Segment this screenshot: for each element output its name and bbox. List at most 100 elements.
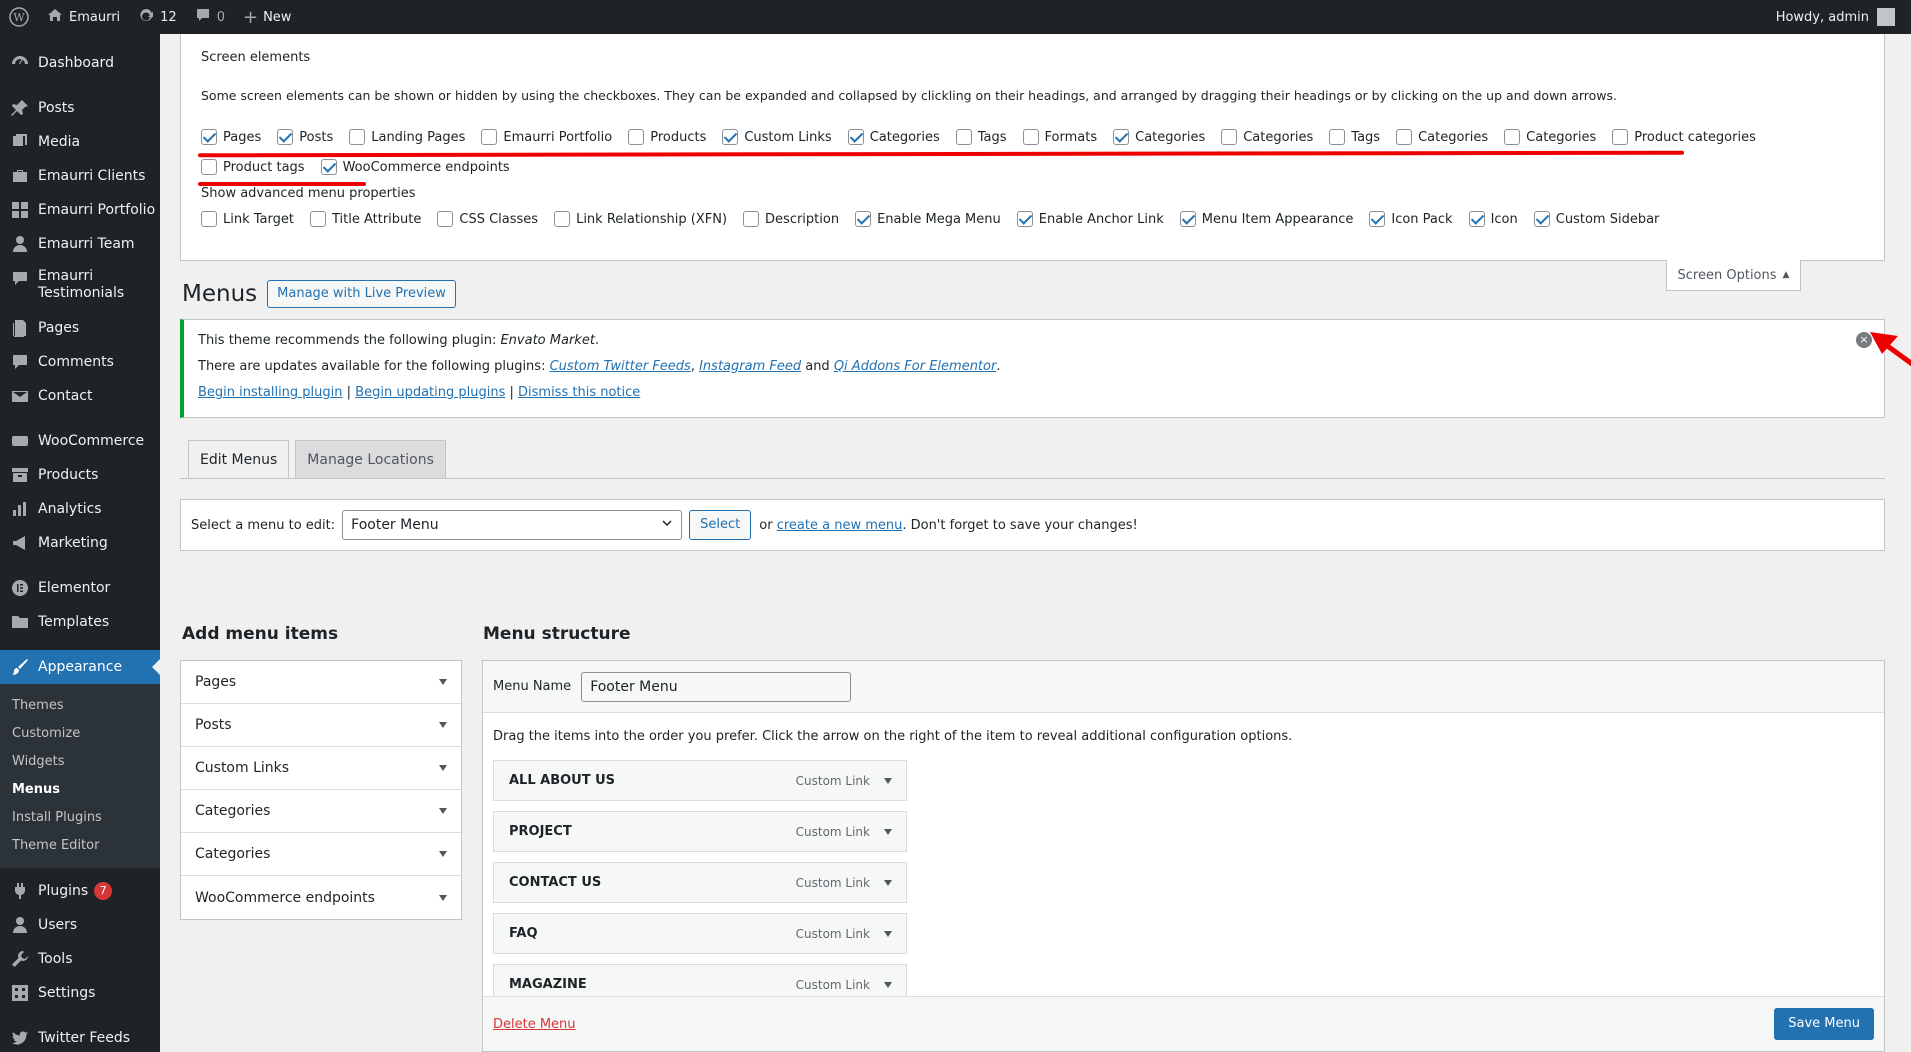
checkbox-box[interactable] — [1468, 211, 1485, 227]
menu-select[interactable]: Footer Menu — [342, 510, 683, 540]
screen-element-checkbox-9[interactable]: Categories — [1113, 122, 1205, 152]
sidebar-item-products[interactable]: Products — [0, 458, 160, 492]
sidebar-item-woocommerce[interactable]: WooCommerce — [0, 424, 160, 458]
adv-checkbox-2[interactable]: CSS Classes — [437, 204, 538, 234]
accordion-section-categories-2[interactable]: Categories — [181, 833, 461, 876]
sidebar-item-users[interactable]: Users — [0, 908, 160, 942]
menu-name-input[interactable]: Footer Menu — [581, 671, 852, 702]
checkbox-box[interactable] — [1113, 129, 1130, 145]
checkbox-box[interactable] — [349, 129, 366, 145]
accordion-section-categories[interactable]: Categories — [181, 790, 461, 833]
screen-element-checkbox-5[interactable]: Custom Links — [722, 122, 832, 152]
caret-down-icon[interactable] — [884, 981, 892, 988]
caret-down-icon[interactable] — [884, 828, 892, 835]
screen-element-checkbox-10[interactable]: Categories — [1221, 122, 1313, 152]
checkbox-box[interactable] — [1221, 129, 1238, 145]
sidebar-item-templates[interactable]: Templates — [0, 605, 160, 639]
accordion-section-pages[interactable]: Pages — [181, 661, 461, 704]
submenu-item-menus[interactable]: Menus — [0, 776, 160, 804]
screen-element-checkbox-14[interactable]: Product categories — [1612, 122, 1756, 152]
menu-item[interactable]: CONTACT US Custom Link — [493, 862, 907, 903]
delete-menu-link[interactable]: Delete Menu — [493, 1017, 576, 1032]
checkbox-box[interactable] — [1016, 211, 1033, 227]
checkbox-box[interactable] — [1369, 211, 1386, 227]
checkbox-box[interactable] — [320, 159, 337, 175]
accordion-section-posts[interactable]: Posts — [181, 704, 461, 747]
dismiss-notice-link[interactable]: Dismiss this notice — [518, 385, 640, 400]
submenu-item-install-plugins[interactable]: Install Plugins — [0, 804, 160, 832]
checkbox-box[interactable] — [1612, 129, 1629, 145]
menu-item[interactable]: PROJECT Custom Link — [493, 811, 907, 852]
menu-item[interactable]: ALL ABOUT US Custom Link — [493, 760, 907, 801]
adv-checkbox-9[interactable]: Icon — [1468, 204, 1518, 234]
screen-element-checkbox-6[interactable]: Categories — [847, 122, 940, 152]
sidebar-item-elementor[interactable]: Elementor — [0, 571, 160, 605]
new-content-link[interactable]: + New — [234, 0, 300, 34]
screen-element-checkbox-3[interactable]: Emaurri Portfolio — [481, 122, 612, 152]
caret-down-icon[interactable] — [884, 930, 892, 937]
caret-down-icon[interactable] — [884, 879, 892, 886]
accordion-section-custom-links[interactable]: Custom Links — [181, 747, 461, 790]
checkbox-box[interactable] — [855, 211, 872, 227]
checkbox-box[interactable] — [1533, 211, 1550, 227]
checkbox-box[interactable] — [743, 211, 760, 227]
tab-manage-locations[interactable]: Manage Locations — [295, 440, 446, 478]
screen-element-checkbox-8[interactable]: Formats — [1022, 122, 1097, 152]
checkbox-box[interactable] — [1329, 129, 1346, 145]
plugin-link-custom-twitter-feeds[interactable]: Custom Twitter Feeds — [550, 359, 691, 374]
checkbox-box[interactable] — [722, 129, 739, 145]
updates-link[interactable]: 12 — [129, 0, 186, 34]
submenu-item-theme-editor[interactable]: Theme Editor — [0, 832, 160, 860]
screen-element-checkbox-7[interactable]: Tags — [955, 122, 1007, 152]
screen-element-checkbox-0[interactable]: Pages — [201, 122, 261, 152]
checkbox-box[interactable] — [1179, 211, 1196, 227]
sidebar-item-appearance[interactable]: Appearance — [0, 650, 160, 684]
site-name-link[interactable]: Emaurri — [38, 0, 129, 34]
adv-checkbox-8[interactable]: Icon Pack — [1369, 204, 1453, 234]
sidebar-item-media[interactable]: Media — [0, 125, 160, 159]
submenu-item-themes[interactable]: Themes — [0, 692, 160, 720]
adv-checkbox-0[interactable]: Link Target — [201, 204, 294, 234]
screen-element-checkbox-11[interactable]: Tags — [1329, 122, 1380, 152]
sidebar-item-analytics[interactable]: Analytics — [0, 492, 160, 526]
screen-element-checkbox-13[interactable]: Categories — [1504, 122, 1596, 152]
checkbox-box[interactable] — [628, 129, 645, 145]
sidebar-item-emaurri-portfolio[interactable]: Emaurri Portfolio — [0, 193, 160, 227]
menu-item[interactable]: FAQ Custom Link — [493, 913, 907, 954]
accordion-section-woocommerce-endpoints[interactable]: WooCommerce endpoints — [181, 876, 461, 919]
plugin-link-qi-addons[interactable]: Qi Addons For Elementor — [834, 359, 997, 374]
comments-link[interactable]: 0 — [186, 0, 234, 34]
screen-element-checkbox-12[interactable]: Categories — [1396, 122, 1488, 152]
checkbox-box[interactable] — [437, 211, 454, 227]
checkbox-box[interactable] — [201, 159, 217, 175]
screen-options-toggle[interactable]: Screen Options ▲ — [1666, 260, 1801, 291]
save-menu-button[interactable]: Save Menu — [1774, 1008, 1874, 1040]
adv-checkbox-7[interactable]: Menu Item Appearance — [1179, 204, 1353, 234]
adv-checkbox-4[interactable]: Description — [743, 204, 839, 234]
checkbox-box[interactable] — [1396, 129, 1413, 145]
sidebar-item-settings[interactable]: Settings — [0, 976, 160, 1010]
adv-checkbox-10[interactable]: Custom Sidebar — [1533, 204, 1659, 234]
checkbox-box[interactable] — [277, 129, 294, 145]
checkbox-box[interactable] — [955, 129, 972, 145]
sidebar-item-tools[interactable]: Tools — [0, 942, 160, 976]
checkbox-box[interactable] — [1022, 129, 1039, 145]
screen-element-checkbox-1[interactable]: Posts — [277, 122, 333, 152]
sidebar-item-marketing[interactable]: Marketing — [0, 526, 160, 560]
sidebar-item-pages[interactable]: Pages — [0, 311, 160, 345]
sidebar-item-dashboard[interactable]: Dashboard — [0, 46, 160, 80]
plugin-link-instagram-feed[interactable]: Instagram Feed — [699, 359, 801, 374]
create-new-menu-link[interactable]: create a new menu — [777, 518, 903, 533]
screen-element-checkbox-2[interactable]: Landing Pages — [349, 122, 465, 152]
sidebar-item-contact[interactable]: Contact — [0, 379, 160, 413]
adv-checkbox-1[interactable]: Title Attribute — [309, 204, 421, 234]
checkbox-box[interactable] — [1504, 129, 1521, 145]
checkbox-box[interactable] — [481, 129, 498, 145]
checkbox-box[interactable] — [847, 129, 864, 145]
sidebar-item-emaurri-testimonials[interactable]: Emaurri Testimonials — [0, 261, 160, 311]
caret-down-icon[interactable] — [884, 777, 892, 784]
select-button[interactable]: Select — [689, 510, 752, 540]
live-preview-button[interactable]: Manage with Live Preview — [267, 280, 456, 308]
submenu-item-customize[interactable]: Customize — [0, 720, 160, 748]
sidebar-item-comments[interactable]: Comments — [0, 345, 160, 379]
